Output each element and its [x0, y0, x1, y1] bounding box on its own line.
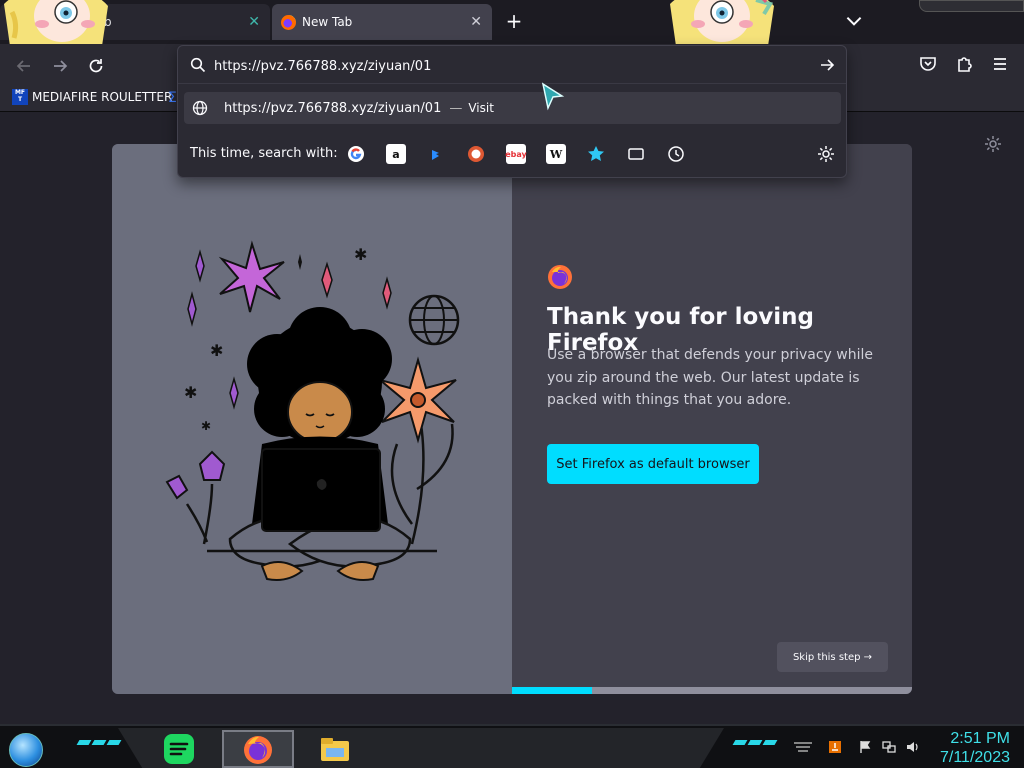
ebay-icon[interactable]: ebay: [505, 144, 527, 164]
onboarding-card: ✱ ✱ ✱ ✱ Thank you for loving Firefox Use…: [112, 144, 912, 694]
svg-text:✱: ✱: [184, 383, 197, 402]
taskbar: 2:51 PM 7/11/2023: [0, 724, 1024, 768]
suggestion-separator: —: [449, 100, 463, 116]
bookmark-label: MEDIAFIRE ROULETTER: [32, 90, 173, 104]
tab-close-icon[interactable]: ✕: [470, 14, 482, 30]
reload-icon[interactable]: [86, 56, 106, 76]
decorative-lights: [76, 740, 122, 745]
firefox-icon: [281, 15, 296, 30]
address-bar-input[interactable]: [214, 56, 804, 76]
tab-strip: b ✕ New Tab ✕ +: [0, 0, 1024, 44]
show-desktop-icon[interactable]: [792, 740, 814, 754]
skip-step-button[interactable]: Skip this step →: [777, 642, 888, 672]
url-input-row: [178, 46, 846, 84]
menu-icon[interactable]: [990, 54, 1010, 74]
system-clock[interactable]: 2:51 PM 7/11/2023: [934, 729, 1010, 767]
volume-icon[interactable]: [906, 740, 920, 754]
history-icon[interactable]: [666, 144, 686, 164]
arrow-right-icon: →: [863, 651, 873, 663]
search-icon: [190, 57, 206, 73]
tab-title: New Tab: [302, 15, 353, 29]
progress-fill: [512, 687, 592, 694]
url-suggestion-row[interactable]: https://pvz.766788.xyz/ziyuan/01 — Visit: [184, 92, 841, 124]
taskbar-dock: [118, 728, 724, 768]
amazon-icon[interactable]: a: [386, 144, 406, 164]
suggestion-url: https://pvz.766788.xyz/ziyuan/01: [224, 100, 442, 116]
globe-icon: [192, 100, 208, 116]
extensions-icon[interactable]: [954, 54, 974, 74]
onboarding-body: Use a browser that defends your privacy …: [547, 347, 873, 408]
window-frame-decoration: [919, 0, 1024, 12]
go-arrow-icon[interactable]: [818, 56, 836, 74]
forward-arrow-icon[interactable]: [50, 56, 70, 76]
pocket-icon[interactable]: [918, 54, 938, 74]
decorative-lights: [732, 740, 778, 745]
bing-icon[interactable]: [426, 144, 446, 164]
tab-new-tab[interactable]: New Tab ✕: [272, 4, 492, 40]
bookmark-star-icon[interactable]: [586, 144, 606, 164]
firefox-icon: [244, 736, 272, 764]
spotify-icon[interactable]: [162, 732, 196, 766]
bookmark-mediafire-rouletter[interactable]: MF T MEDIAFIRE ROULETTER: [12, 89, 172, 105]
svg-text:✱: ✱: [201, 419, 211, 433]
clock-date: 7/11/2023: [940, 749, 1010, 766]
taskbar-firefox-button[interactable]: [222, 730, 294, 768]
onboarding-progress-bar: [512, 687, 912, 694]
url-dropdown: https://pvz.766788.xyz/ziyuan/01 — Visit…: [177, 45, 847, 178]
woman-with-laptop-illustration: ✱ ✱ ✱ ✱: [165, 240, 460, 581]
start-button[interactable]: [9, 733, 43, 767]
suggestion-action: Visit: [468, 101, 494, 115]
google-icon[interactable]: [346, 144, 366, 164]
mediafire-icon: MF T: [12, 89, 28, 105]
illustration-panel: ✱ ✱ ✱ ✱: [112, 144, 512, 694]
svg-text:✱: ✱: [354, 245, 367, 264]
new-tab-button[interactable]: +: [502, 10, 526, 34]
duckduckgo-icon[interactable]: [466, 144, 486, 164]
tabs-icon[interactable]: [626, 144, 646, 164]
gear-icon[interactable]: [816, 144, 836, 164]
bookmark-x-icon[interactable]: Σ: [168, 90, 177, 106]
skip-step-label: Skip this step: [792, 651, 861, 663]
gear-icon[interactable]: [983, 134, 1003, 154]
mouse-cursor-icon: [541, 82, 565, 111]
tab-close-icon[interactable]: ✕: [248, 14, 260, 30]
search-with-label: This time, search with:: [190, 146, 338, 161]
java-icon[interactable]: [828, 740, 842, 754]
svg-text:✱: ✱: [210, 341, 223, 360]
firefox-logo-icon: [548, 265, 572, 289]
wikipedia-icon[interactable]: W: [546, 144, 566, 164]
onboarding-content: Thank you for loving Firefox Use a brows…: [512, 144, 912, 694]
set-default-browser-button[interactable]: Set Firefox as default browser: [547, 444, 759, 484]
clock-time: 2:51 PM: [950, 730, 1010, 747]
back-arrow-icon[interactable]: [14, 56, 34, 76]
flag-icon[interactable]: [858, 740, 872, 754]
chevron-down-icon[interactable]: [843, 10, 865, 32]
file-explorer-icon[interactable]: [318, 732, 352, 766]
network-icon[interactable]: [882, 740, 896, 754]
